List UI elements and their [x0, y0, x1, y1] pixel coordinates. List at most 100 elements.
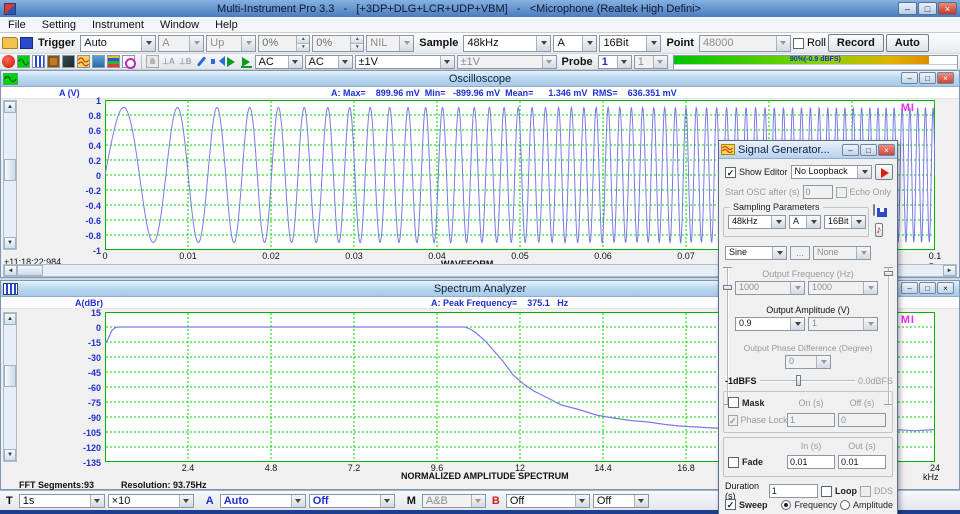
save-file-icon[interactable]	[20, 37, 33, 49]
roll-checkbox[interactable]: Roll	[792, 37, 826, 49]
siggen-play-button[interactable]	[875, 164, 893, 180]
channel-a-mode-select[interactable]: Off	[308, 493, 395, 508]
scroll-up-icon[interactable]: ▲	[4, 101, 16, 113]
oscilloscope-titlebar[interactable]: Oscilloscope – □ ×	[1, 71, 959, 87]
output-phase-select[interactable]: 0	[785, 355, 831, 369]
menu-instrument[interactable]: Instrument	[84, 19, 152, 31]
sweep-amplitude-radio[interactable]: Amplitude	[839, 499, 893, 510]
output-frequency-a-select[interactable]: 1000	[735, 281, 805, 295]
coupling-a-select[interactable]: AC	[254, 54, 303, 69]
probe-setup-icon[interactable]	[195, 55, 208, 68]
signal-generator-titlebar[interactable]: Signal Generator... – □ ×	[719, 141, 897, 159]
multimeter-icon[interactable]	[47, 55, 60, 68]
oscilloscope-close-button[interactable]: ×	[937, 72, 954, 84]
channel-b-mode-select[interactable]: Off	[592, 493, 649, 508]
sample-rate-select[interactable]: 48kHz	[463, 34, 552, 52]
start-osc-input[interactable]: 0	[802, 185, 833, 199]
scroll-thumb[interactable]	[4, 365, 16, 387]
multiplier-select[interactable]: ×10	[107, 493, 194, 508]
duration-input[interactable]: 1	[768, 484, 818, 498]
show-editor-checkbox[interactable]: ✓ Show Editor	[725, 166, 788, 178]
output-frequency-b-select[interactable]: 1000	[808, 281, 878, 295]
trigger-delay-spinner[interactable]: 0% ▲ ▼	[312, 34, 365, 52]
record-button[interactable]: Record	[827, 34, 884, 52]
mask-off-input[interactable]: 0	[838, 413, 886, 427]
oscilloscope-vertical-scrollbar[interactable]: ▲ ▼	[3, 100, 17, 250]
menu-file[interactable]: File	[0, 19, 34, 31]
probe-a-select[interactable]: 1	[597, 54, 632, 69]
output-amplitude-b-select[interactable]: 1	[808, 317, 878, 331]
echo-only-checkbox[interactable]: Echo Only	[835, 186, 891, 198]
loop-checkbox[interactable]: Loop	[820, 485, 857, 497]
siggen-channel-select[interactable]: A	[789, 215, 821, 229]
ground-b-icon[interactable]: ⊥B	[178, 57, 193, 66]
range-a-select[interactable]: ±1V	[354, 54, 455, 69]
scroll-up-icon[interactable]: ▲	[4, 313, 16, 325]
sweep-frequency-radio[interactable]: Frequency	[781, 499, 837, 510]
open-file-icon[interactable]	[2, 37, 18, 49]
oscilloscope-minimize-button[interactable]: –	[901, 72, 918, 84]
app-minimize-button[interactable]: –	[898, 2, 917, 15]
dbfs-slider[interactable]	[759, 375, 855, 386]
spinner-arrows[interactable]: ▲ ▼	[350, 35, 364, 51]
scroll-down-icon[interactable]: ▼	[4, 449, 16, 461]
scroll-thumb[interactable]	[17, 265, 43, 276]
scroll-left-icon[interactable]: ◄	[4, 265, 17, 276]
output-amplitude-a-select[interactable]: 0.9	[735, 317, 805, 331]
spectrum-analyzer-icon[interactable]	[32, 55, 45, 68]
sample-channel-select[interactable]: A	[553, 34, 598, 52]
mask-checkbox[interactable]: Mask	[728, 397, 784, 408]
siggen-close-button[interactable]: ×	[878, 143, 895, 156]
siggen-maximize-button[interactable]: □	[860, 143, 877, 156]
siggen-save-button[interactable]	[873, 204, 875, 216]
hpf-select[interactable]: NIL	[366, 34, 415, 52]
sound-device-icon[interactable]	[210, 55, 225, 68]
sample-bits-select[interactable]: 16Bit	[599, 34, 662, 52]
scroll-right-icon[interactable]: ►	[943, 265, 956, 276]
phase-lock-checkbox[interactable]: ✓ Phase Lock	[728, 414, 788, 426]
menu-setting[interactable]: Setting	[34, 19, 84, 31]
slider-thumb[interactable]	[723, 285, 732, 290]
ground-a-icon[interactable]: ⊥A	[161, 57, 176, 66]
app-restore-button[interactable]: □	[918, 2, 937, 15]
spectrum-maximize-button[interactable]: □	[919, 282, 936, 294]
fade-in-input[interactable]: 0.01	[787, 455, 835, 469]
menu-window[interactable]: Window	[152, 19, 207, 31]
coupling-b-select[interactable]: AC	[304, 54, 353, 69]
run-continuous-icon[interactable]	[240, 55, 253, 68]
spectrum-minimize-button[interactable]: –	[901, 282, 918, 294]
spectrum-3d-plot-icon[interactable]	[62, 55, 75, 68]
siggen-pattern-button[interactable]: ♪	[875, 223, 883, 237]
scroll-thumb[interactable]	[4, 159, 16, 181]
auto-scale-button[interactable]: Auto	[885, 34, 929, 52]
derived-data-point-icon[interactable]	[107, 55, 120, 68]
channel-a-trigger-select[interactable]: Auto	[219, 493, 306, 508]
trigger-edge-select[interactable]: Up	[206, 34, 257, 52]
run-icon[interactable]	[225, 55, 238, 68]
sweep-checkbox[interactable]: ✓ Sweep	[725, 499, 778, 510]
siggen-sample-rate-select[interactable]: 48kHz	[728, 215, 786, 229]
range-b-select[interactable]: ±1V	[456, 54, 557, 69]
wave-type-select[interactable]: Sine	[725, 246, 787, 260]
slider-thumb[interactable]	[884, 271, 893, 276]
slider-thumb[interactable]	[795, 375, 801, 386]
data-logger-icon[interactable]	[92, 55, 105, 68]
mask-on-input[interactable]: 1	[787, 413, 835, 427]
dds-checkbox[interactable]: DDS	[859, 485, 893, 497]
menu-help[interactable]: Help	[207, 19, 246, 31]
oscilloscope-maximize-button[interactable]: □	[919, 72, 936, 84]
trigger-level-spinner[interactable]: 0% ▲ ▼	[258, 34, 311, 52]
fade-out-input[interactable]: 0.01	[838, 455, 886, 469]
app-titlebar[interactable]: Multi-Instrument Pro 3.3 - [+3DP+DLG+LCR…	[0, 0, 960, 17]
siggen-bits-select[interactable]: 16Bit	[824, 215, 866, 229]
wave-more-button[interactable]: ...	[790, 246, 810, 260]
device-test-plan-icon[interactable]	[122, 55, 136, 69]
app-close-button[interactable]: ×	[938, 2, 957, 15]
signal-generator-icon[interactable]	[77, 55, 90, 68]
trigger-source-select[interactable]: A	[158, 34, 205, 52]
spectrum-close-button[interactable]: ×	[937, 282, 954, 294]
siggen-minimize-button[interactable]: –	[842, 143, 859, 156]
loopback-select[interactable]: No Loopback	[790, 165, 872, 179]
trigger-mode-select[interactable]: Auto	[80, 34, 157, 52]
spectrum-vertical-scrollbar[interactable]: ▲ ▼	[3, 312, 17, 462]
